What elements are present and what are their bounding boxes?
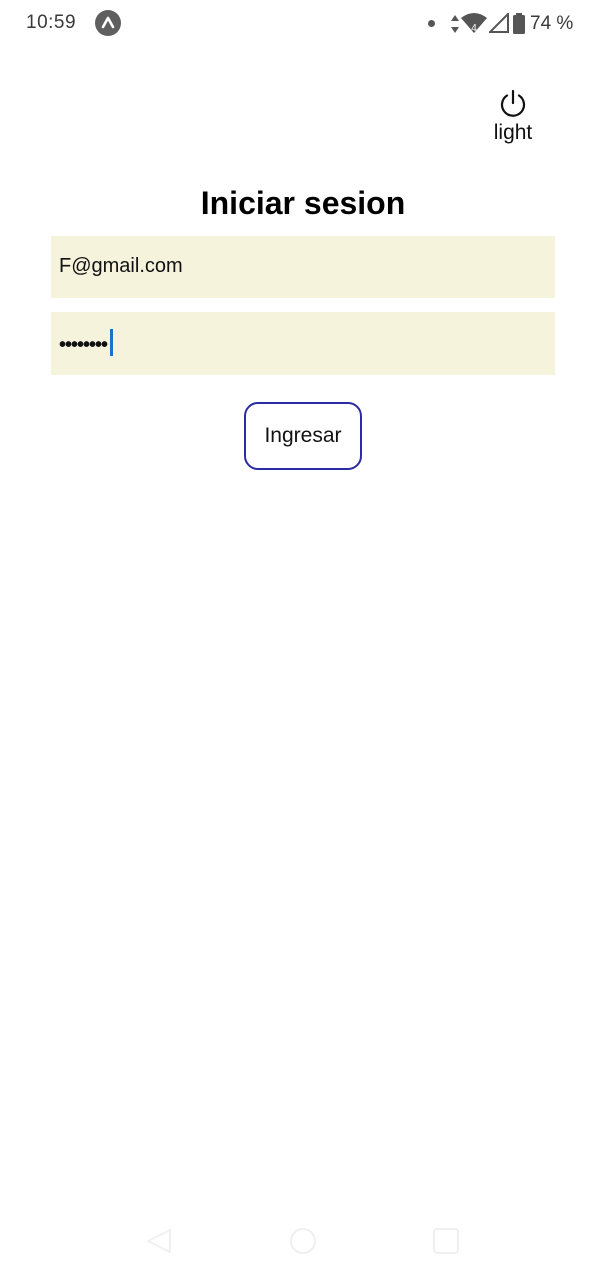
data-transfer-icon	[451, 15, 459, 33]
password-value: ••••••••	[59, 334, 108, 356]
page-title: Iniciar sesion	[200, 185, 406, 221]
back-triangle-icon[interactable]	[144, 1226, 174, 1256]
theme-toggle-button[interactable]: light	[480, 88, 546, 158]
navigation-bar	[0, 1218, 606, 1268]
email-field[interactable]: F@gmail.com	[51, 236, 555, 298]
status-time: 10:59	[26, 12, 77, 33]
status-bar: 10:59 4 74 %	[0, 0, 606, 50]
cell-signal-icon	[489, 13, 509, 33]
battery-percent: 74 %	[530, 13, 574, 34]
notification-dot-icon	[428, 20, 435, 27]
login-button[interactable]: Ingresar	[244, 402, 362, 470]
power-icon	[500, 89, 526, 117]
network-badge: 4	[471, 23, 477, 34]
battery-icon	[513, 13, 525, 34]
recent-square-icon[interactable]	[432, 1227, 460, 1255]
email-value: F@gmail.com	[59, 255, 183, 277]
home-circle-icon[interactable]	[289, 1227, 317, 1255]
theme-label: light	[493, 121, 533, 144]
app-notification-icon	[95, 10, 121, 36]
text-cursor	[110, 329, 113, 356]
password-field[interactable]: ••••••••	[51, 312, 555, 375]
wifi-icon: 4	[461, 13, 487, 34]
